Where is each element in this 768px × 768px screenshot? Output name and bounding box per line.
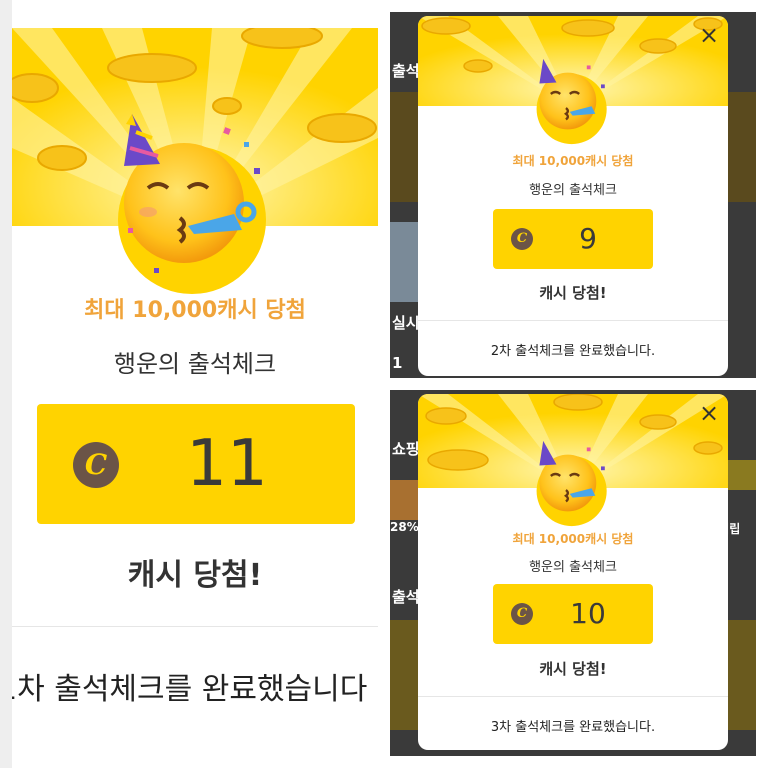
cash-amount: 10 — [570, 597, 606, 630]
headline: 최대 10,000캐시 당첨 — [84, 298, 306, 323]
attendance-modal: × 최대 10,000캐시 당첨 행운의 출석체크 C 10 캐시 당첨! 3차… — [418, 394, 728, 750]
completion-message: 1차 출석체크를 완료했습니다 — [12, 672, 368, 707]
headline: 최대 10,000캐시 당첨 — [512, 154, 634, 168]
prize-text: 캐시 당첨! — [127, 558, 263, 593]
attendance-modal: × 최대 10,000캐시 당첨 행운의 출석체크 C 9 캐시 당첨! 2차 … — [418, 16, 728, 376]
panel-zoomed: 최대 10,000캐시 당첨 행운의 출석체크 C 11 캐시 당첨! 1차 출… — [0, 0, 380, 768]
cash-amount-box: C 11 — [37, 404, 355, 524]
party-face-icon — [118, 114, 266, 294]
cash-coin-icon: C — [511, 603, 533, 625]
panel-top-right: 출석 실시 1 × 최대 10,000캐시 당첨 행운의 출석체크 C 9 캐시… — [390, 12, 756, 378]
party-face-icon — [536, 58, 607, 145]
completion-message: 2차 출석체크를 완료했습니다. — [490, 344, 656, 359]
cash-amount: 9 — [579, 222, 597, 255]
bg-label: 출석 — [392, 588, 420, 606]
cash-coin-icon: C — [73, 442, 119, 488]
bg-label: 출석 — [392, 62, 420, 80]
prize-text: 캐시 당첨! — [539, 284, 607, 302]
subhead: 행운의 출석체크 — [113, 350, 277, 378]
cash-amount-box: C 9 — [493, 209, 653, 269]
bg-label: 쇼핑 — [392, 440, 420, 458]
cash-coin-icon: C — [511, 228, 533, 250]
panel-bottom-right: 쇼핑 28% 출석 % 적립 — [390, 390, 756, 756]
bg-label: 1 — [392, 354, 403, 372]
close-button[interactable]: × — [698, 401, 720, 425]
headline: 최대 10,000캐시 당첨 — [512, 532, 634, 546]
bg-label: 28% — [390, 520, 419, 534]
subhead: 행운의 출석체크 — [529, 183, 617, 198]
attendance-modal: 최대 10,000캐시 당첨 행운의 출석체크 C 11 캐시 당첨! 1차 출… — [12, 28, 378, 768]
cash-amount: 11 — [186, 427, 268, 501]
party-face-icon — [536, 440, 607, 527]
completion-message: 3차 출석체크를 완료했습니다. — [490, 720, 656, 735]
divider — [12, 626, 378, 627]
divider — [418, 696, 728, 697]
subhead: 행운의 출석체크 — [529, 560, 617, 575]
prize-text: 캐시 당첨! — [539, 660, 607, 678]
close-button[interactable]: × — [698, 23, 720, 47]
cash-amount-box: C 10 — [493, 584, 653, 644]
bg-label: 실시 — [392, 314, 420, 332]
divider — [418, 320, 728, 321]
